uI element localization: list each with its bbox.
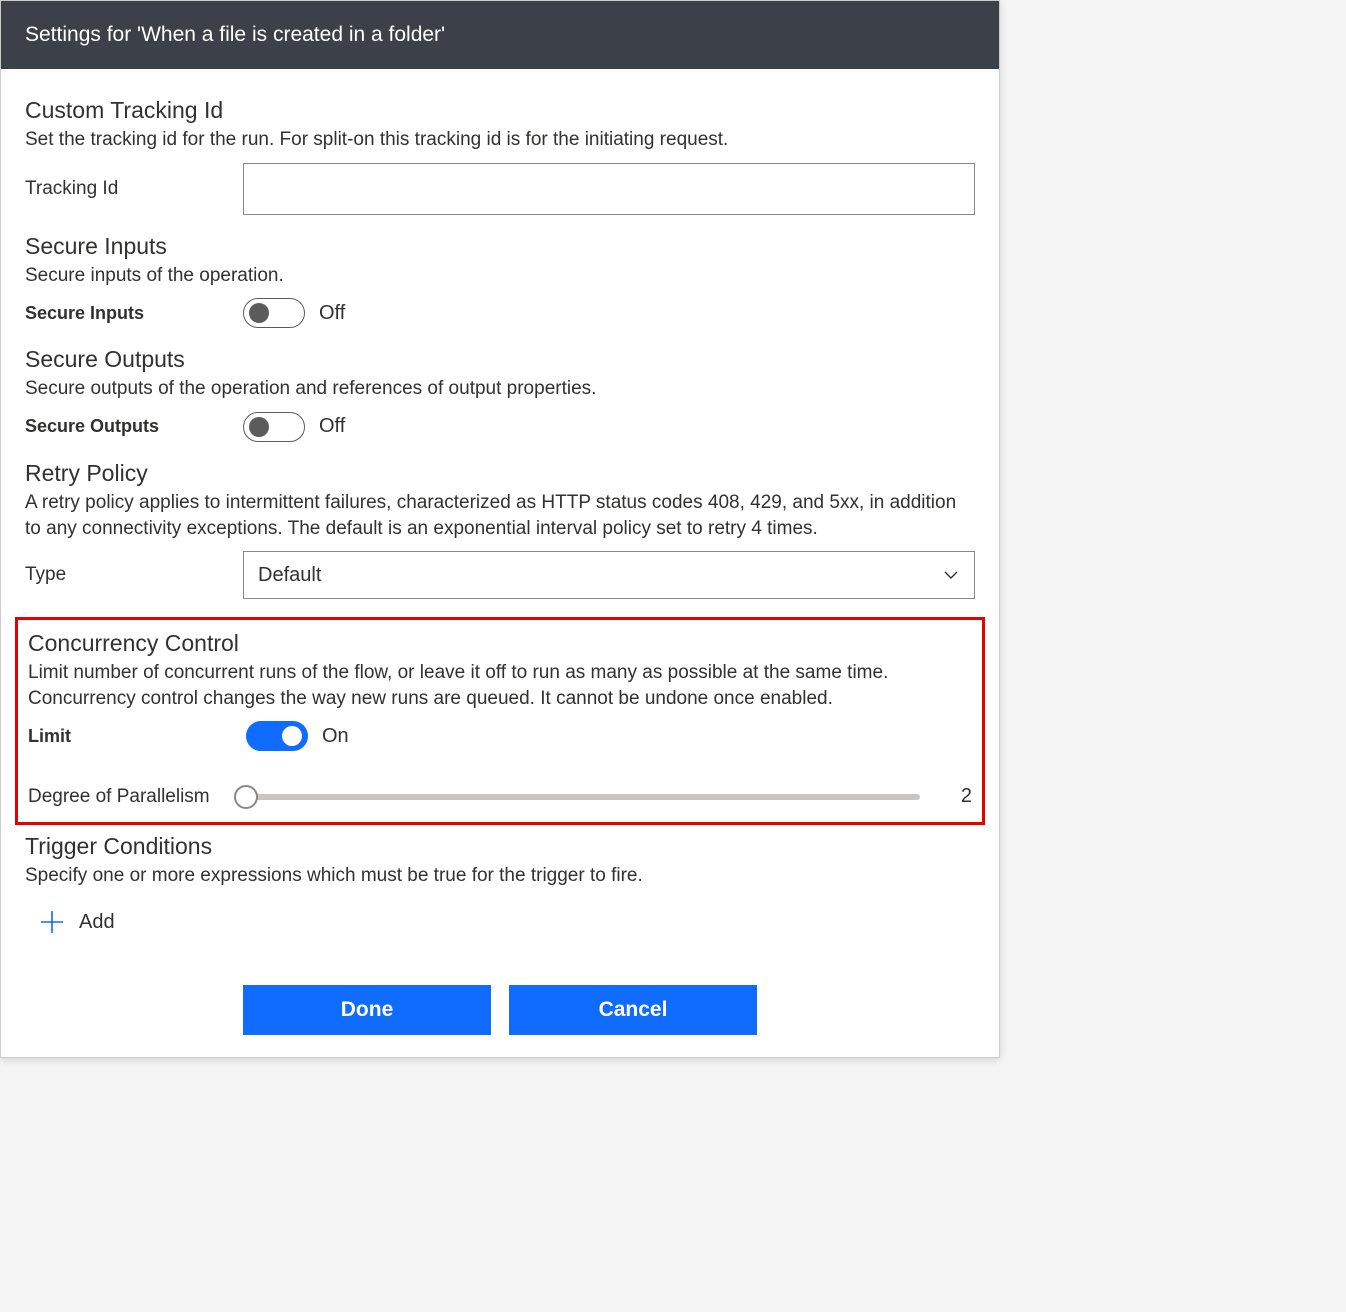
concurrency-limit-label: Limit	[28, 726, 246, 747]
settings-dialog: Settings for 'When a file is created in …	[0, 0, 1000, 1058]
plus-icon	[39, 909, 65, 935]
retry-type-select[interactable]: Default	[243, 551, 975, 599]
add-trigger-condition-button[interactable]: Add	[39, 909, 975, 935]
parallelism-slider[interactable]	[246, 794, 920, 800]
secure-inputs-toggle-label: Secure Inputs	[25, 303, 243, 324]
cancel-button[interactable]: Cancel	[509, 985, 757, 1035]
retry-type-value: Default	[258, 564, 321, 587]
custom-tracking-desc: Set the tracking id for the run. For spl…	[25, 127, 975, 153]
secure-outputs-state: Off	[319, 415, 345, 438]
tracking-id-input[interactable]	[243, 163, 975, 215]
tracking-id-label: Tracking Id	[25, 178, 243, 200]
dialog-title: Settings for 'When a file is created in …	[1, 1, 999, 69]
add-label: Add	[79, 911, 115, 934]
concurrency-desc: Limit number of concurrent runs of the f…	[28, 660, 972, 711]
secure-inputs-desc: Secure inputs of the operation.	[25, 263, 975, 289]
done-button[interactable]: Done	[243, 985, 491, 1035]
concurrency-limit-state: On	[322, 725, 349, 748]
concurrency-limit-toggle[interactable]	[246, 721, 308, 751]
button-row: Done Cancel	[25, 985, 975, 1035]
retry-type-label: Type	[25, 564, 243, 586]
custom-tracking-title: Custom Tracking Id	[25, 97, 975, 124]
parallelism-label: Degree of Parallelism	[28, 786, 246, 808]
dialog-content: Custom Tracking Id Set the tracking id f…	[1, 69, 999, 1057]
secure-outputs-toggle-label: Secure Outputs	[25, 416, 243, 437]
secure-inputs-title: Secure Inputs	[25, 233, 975, 260]
secure-outputs-toggle[interactable]	[243, 412, 305, 442]
secure-inputs-state: Off	[319, 302, 345, 325]
retry-policy-title: Retry Policy	[25, 460, 975, 487]
parallelism-slider-thumb[interactable]	[234, 785, 258, 809]
concurrency-highlight: Concurrency Control Limit number of conc…	[15, 617, 985, 825]
trigger-conditions-desc: Specify one or more expressions which mu…	[25, 863, 975, 889]
secure-outputs-desc: Secure outputs of the operation and refe…	[25, 376, 975, 402]
trigger-conditions-title: Trigger Conditions	[25, 833, 975, 860]
retry-policy-desc: A retry policy applies to intermittent f…	[25, 490, 975, 541]
secure-inputs-toggle[interactable]	[243, 298, 305, 328]
secure-outputs-title: Secure Outputs	[25, 346, 975, 373]
parallelism-value: 2	[932, 785, 972, 808]
concurrency-title: Concurrency Control	[28, 630, 972, 657]
chevron-down-icon	[942, 566, 960, 584]
